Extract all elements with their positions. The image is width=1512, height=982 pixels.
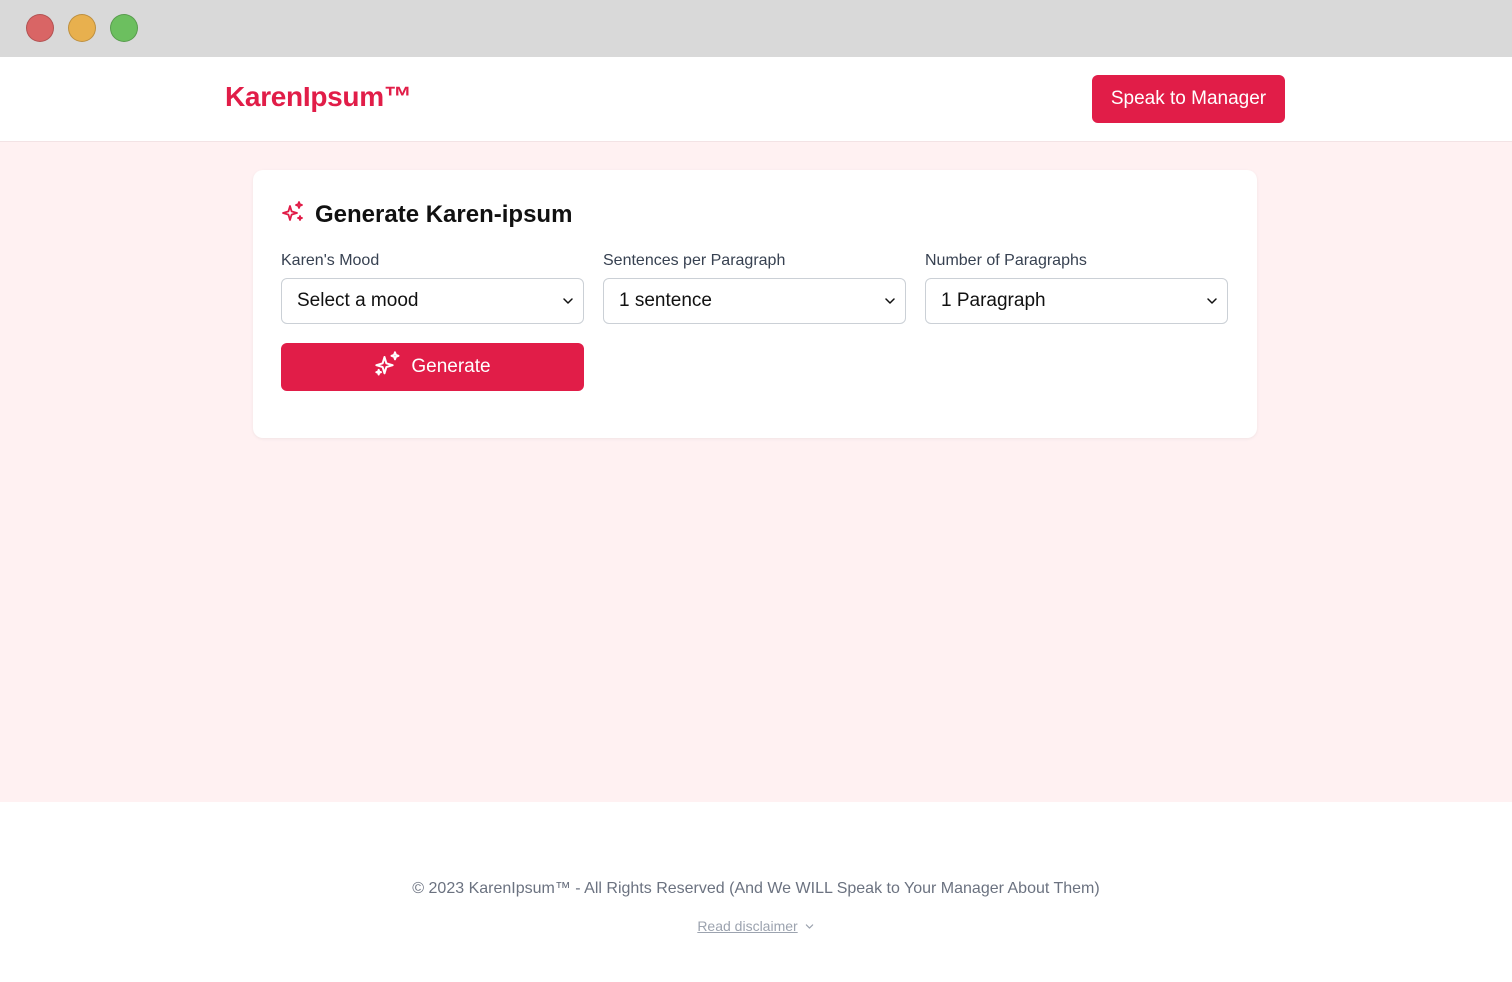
site-footer: © 2023 KarenIpsum™ - All Rights Reserved… bbox=[0, 802, 1512, 982]
copyright-text: © 2023 KarenIpsum™ - All Rights Reserved… bbox=[412, 880, 1100, 897]
paragraphs-field: Number of Paragraphs 1 Paragraph bbox=[925, 252, 1228, 324]
minimize-window-button[interactable] bbox=[68, 14, 96, 42]
sparkles-icon bbox=[374, 350, 402, 384]
paragraphs-select-value: 1 Paragraph bbox=[941, 290, 1046, 311]
chevron-down-icon bbox=[885, 298, 895, 304]
generator-card: Generate Karen-ipsum Karen's Mood Select… bbox=[253, 170, 1257, 438]
card-title: Generate Karen-ipsum bbox=[281, 200, 572, 229]
read-disclaimer-link[interactable]: Read disclaimer bbox=[697, 918, 797, 934]
generate-button[interactable]: Generate bbox=[281, 343, 584, 391]
main-content: Generate Karen-ipsum Karen's Mood Select… bbox=[0, 142, 1512, 802]
mood-field: Karen's Mood Select a mood bbox=[281, 252, 584, 324]
sentences-label: Sentences per Paragraph bbox=[603, 252, 786, 269]
sentences-select-value: 1 sentence bbox=[619, 290, 712, 311]
site-header: KarenIpsum™ Speak to Manager bbox=[0, 57, 1512, 142]
paragraphs-label: Number of Paragraphs bbox=[925, 252, 1087, 269]
close-window-button[interactable] bbox=[26, 14, 54, 42]
mood-select[interactable]: Select a mood bbox=[281, 278, 584, 324]
paragraphs-select[interactable]: 1 Paragraph bbox=[925, 278, 1228, 324]
maximize-window-button[interactable] bbox=[110, 14, 138, 42]
disclaimer-toggle[interactable]: Read disclaimer bbox=[0, 918, 1512, 934]
sentences-field: Sentences per Paragraph 1 sentence bbox=[603, 252, 906, 324]
card-title-text: Generate Karen-ipsum bbox=[315, 200, 573, 228]
chevron-down-icon bbox=[805, 923, 813, 929]
chevron-down-icon bbox=[1207, 298, 1217, 304]
window-chrome bbox=[0, 0, 1512, 57]
speak-to-manager-button[interactable]: Speak to Manager bbox=[1092, 75, 1285, 123]
chevron-down-icon bbox=[563, 298, 573, 304]
brand-logo[interactable]: KarenIpsum™ bbox=[225, 81, 412, 113]
sparkles-icon bbox=[281, 200, 305, 229]
generate-button-label: Generate bbox=[411, 356, 491, 377]
mood-select-value: Select a mood bbox=[297, 290, 419, 311]
sentences-select[interactable]: 1 sentence bbox=[603, 278, 906, 324]
mood-label: Karen's Mood bbox=[281, 252, 380, 269]
